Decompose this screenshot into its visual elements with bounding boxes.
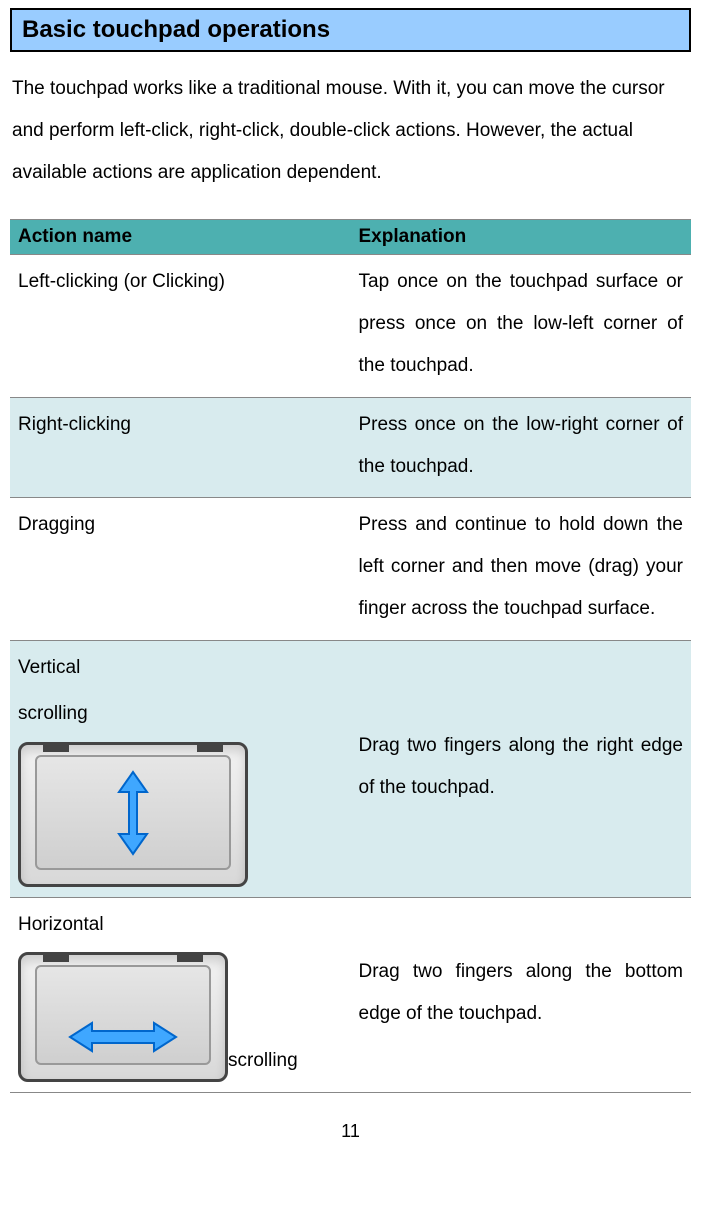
header-explanation: Explanation — [351, 220, 692, 255]
touchpad-vertical-scroll-illustration — [18, 742, 343, 887]
table-row: Right-clicking Press once on the low-rig… — [10, 397, 691, 498]
table-row: Left-clicking (or Clicking) Tap once on … — [10, 255, 691, 397]
action-label-line1: Horizontal — [18, 904, 343, 946]
cell-explanation: Drag two fingers along the right edge of… — [351, 640, 692, 898]
page: Basic touchpad operations The touchpad w… — [0, 0, 701, 1162]
cell-explanation: Press once on the low-right corner of th… — [351, 397, 692, 498]
cell-explanation: Drag two fingers along the bottom edge o… — [351, 898, 692, 1093]
table-row: Horizontal — [10, 898, 691, 1093]
action-label-line2: scrolling — [18, 693, 343, 735]
action-label-line1: Vertical — [18, 647, 343, 689]
cell-action-name: Right-clicking — [10, 397, 351, 498]
action-label-line2: scrolling — [228, 1040, 298, 1082]
page-number: 11 — [10, 1121, 691, 1142]
cell-action-name: Dragging — [10, 498, 351, 640]
header-action-name: Action name — [10, 220, 351, 255]
section-heading: Basic touchpad operations — [10, 8, 691, 52]
cell-explanation: Tap once on the touchpad surface or pres… — [351, 255, 692, 397]
table-row: Vertical scrolling — [10, 640, 691, 898]
touchpad-horizontal-scroll-illustration — [18, 952, 228, 1082]
actions-table: Action name Explanation Left-clicking (o… — [10, 219, 691, 1093]
table-header-row: Action name Explanation — [10, 220, 691, 255]
cell-explanation: Press and continue to hold down the left… — [351, 498, 692, 640]
table-row: Dragging Press and continue to hold down… — [10, 498, 691, 640]
horizontal-arrows-icon — [68, 1017, 178, 1057]
vertical-arrows-icon — [109, 770, 157, 856]
intro-paragraph: The touchpad works like a traditional mo… — [12, 68, 689, 193]
cell-action-name: Horizontal — [10, 898, 351, 1093]
cell-action-name: Vertical scrolling — [10, 640, 351, 898]
cell-action-name: Left-clicking (or Clicking) — [10, 255, 351, 397]
